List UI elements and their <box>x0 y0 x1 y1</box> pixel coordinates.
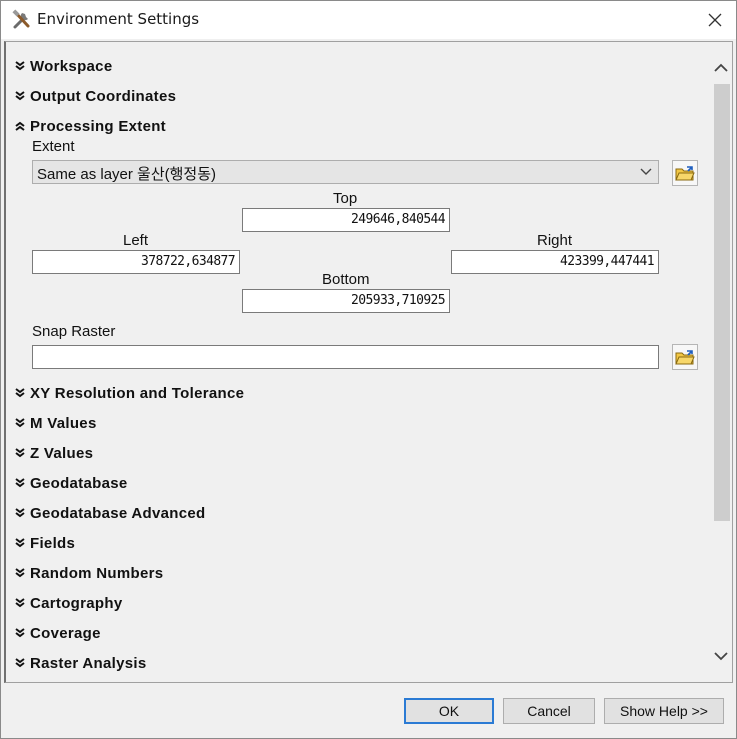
section-xy-resolution[interactable]: XY Resolution and Tolerance <box>14 382 244 404</box>
double-chevron-down-icon <box>15 91 25 101</box>
double-chevron-down-icon <box>15 418 25 428</box>
section-z-values[interactable]: Z Values <box>14 442 93 464</box>
section-coverage[interactable]: Coverage <box>14 622 101 644</box>
section-output-coordinates[interactable]: Output Coordinates <box>14 85 176 107</box>
section-fields[interactable]: Fields <box>14 532 75 554</box>
double-chevron-down-icon <box>15 508 25 518</box>
top-coordinate-field[interactable]: 249646,840544 <box>242 208 450 232</box>
extent-selected-value: Same as layer 울산(행정동) <box>37 166 217 183</box>
bottom-label: Bottom <box>322 271 370 288</box>
vertical-scrollbar[interactable] <box>710 42 732 682</box>
environment-settings-dialog: Environment Settings Workspace Output Co… <box>0 0 737 739</box>
section-processing-extent[interactable]: Processing Extent <box>14 115 166 137</box>
left-coordinate-field[interactable]: 378722,634877 <box>32 250 240 274</box>
scroll-thumb[interactable] <box>714 84 730 521</box>
double-chevron-down-icon <box>15 568 25 578</box>
section-label: Z Values <box>30 444 94 462</box>
section-label: Processing Extent <box>30 117 166 135</box>
scroll-down-icon[interactable] <box>713 648 729 664</box>
double-chevron-down-icon <box>15 598 25 608</box>
double-chevron-up-icon <box>15 121 25 131</box>
double-chevron-down-icon <box>15 628 25 638</box>
tools-icon <box>11 9 33 31</box>
section-m-values[interactable]: M Values <box>14 412 97 434</box>
settings-panel: Workspace Output Coordinates Processing … <box>4 41 733 683</box>
extent-label: Extent <box>32 138 75 155</box>
extent-dropdown[interactable]: Same as layer 울산(행정동) <box>32 160 659 184</box>
double-chevron-down-icon <box>15 388 25 398</box>
snap-raster-browse-button[interactable] <box>672 344 698 370</box>
close-button[interactable] <box>700 5 730 35</box>
scroll-up-icon[interactable] <box>713 60 729 76</box>
double-chevron-down-icon <box>15 478 25 488</box>
section-label: Random Numbers <box>30 564 164 582</box>
section-label: M Values <box>30 414 97 432</box>
extent-browse-button[interactable] <box>672 160 698 186</box>
section-label: Workspace <box>30 57 113 75</box>
snap-raster-label: Snap Raster <box>32 323 116 340</box>
left-label: Left <box>123 232 149 249</box>
section-label: Raster Analysis <box>30 654 147 672</box>
show-help-button[interactable]: Show Help >> <box>604 698 724 724</box>
double-chevron-down-icon <box>15 448 25 458</box>
section-label: Coverage <box>30 624 101 642</box>
section-label: Cartography <box>30 594 123 612</box>
folder-browse-icon <box>675 350 695 365</box>
folder-browse-icon <box>675 166 695 181</box>
right-coordinate-field[interactable]: 423399,447441 <box>451 250 659 274</box>
window-title: Environment Settings <box>37 10 200 28</box>
ok-button[interactable]: OK <box>404 698 494 724</box>
section-raster-analysis[interactable]: Raster Analysis <box>14 652 147 674</box>
section-geodatabase[interactable]: Geodatabase <box>14 472 128 494</box>
right-label: Right <box>537 232 573 249</box>
section-geodatabase-advanced[interactable]: Geodatabase Advanced <box>14 502 206 524</box>
bottom-coordinate-field[interactable]: 205933,710925 <box>242 289 450 313</box>
double-chevron-down-icon <box>15 538 25 548</box>
cancel-button[interactable]: Cancel <box>503 698 595 724</box>
snap-raster-field[interactable] <box>32 345 659 369</box>
double-chevron-down-icon <box>15 658 25 668</box>
close-icon <box>708 13 722 27</box>
chevron-down-icon <box>640 168 652 175</box>
section-label: XY Resolution and Tolerance <box>30 384 245 402</box>
section-label: Output Coordinates <box>30 87 177 105</box>
section-label: Fields <box>30 534 76 552</box>
section-cartography[interactable]: Cartography <box>14 592 122 614</box>
section-label: Geodatabase <box>30 474 128 492</box>
title-bar[interactable]: Environment Settings <box>1 1 736 39</box>
top-label: Top <box>333 190 358 207</box>
section-random-numbers[interactable]: Random Numbers <box>14 562 163 584</box>
section-label: Geodatabase Advanced <box>30 504 206 522</box>
double-chevron-down-icon <box>15 61 25 71</box>
section-workspace[interactable]: Workspace <box>14 55 112 77</box>
